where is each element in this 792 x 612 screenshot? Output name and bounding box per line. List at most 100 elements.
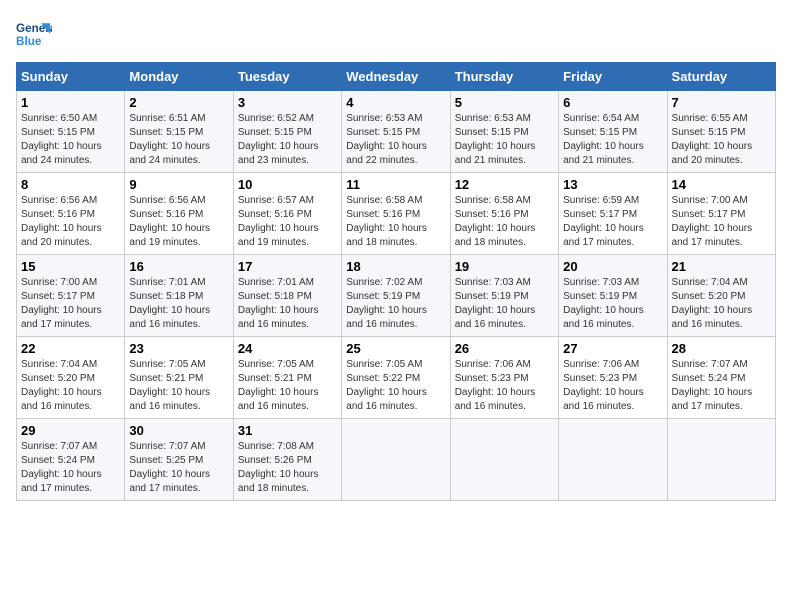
- day-number: 4: [346, 95, 445, 110]
- calendar-day-25: 25 Sunrise: 7:05 AM Sunset: 5:22 PM Dayl…: [342, 337, 450, 419]
- calendar-day-9: 9 Sunrise: 6:56 AM Sunset: 5:16 PM Dayli…: [125, 173, 233, 255]
- day-info: Sunrise: 7:03 AM Sunset: 5:19 PM Dayligh…: [563, 276, 662, 332]
- day-number: 1: [21, 95, 120, 110]
- calendar-day-7: 7 Sunrise: 6:55 AM Sunset: 5:15 PM Dayli…: [667, 91, 775, 173]
- day-number: 26: [455, 341, 554, 356]
- calendar-week-1: 1 Sunrise: 6:50 AM Sunset: 5:15 PM Dayli…: [17, 91, 776, 173]
- day-info: Sunrise: 6:53 AM Sunset: 5:15 PM Dayligh…: [455, 112, 554, 168]
- calendar-day-28: 28 Sunrise: 7:07 AM Sunset: 5:24 PM Dayl…: [667, 337, 775, 419]
- day-info: Sunrise: 6:53 AM Sunset: 5:15 PM Dayligh…: [346, 112, 445, 168]
- day-info: Sunrise: 7:05 AM Sunset: 5:21 PM Dayligh…: [238, 358, 337, 414]
- header: General Blue: [16, 16, 776, 52]
- day-info: Sunrise: 7:07 AM Sunset: 5:25 PM Dayligh…: [129, 440, 228, 496]
- calendar-day-3: 3 Sunrise: 6:52 AM Sunset: 5:15 PM Dayli…: [233, 91, 341, 173]
- logo: General Blue: [16, 16, 56, 52]
- logo-icon: General Blue: [16, 16, 52, 52]
- day-number: 10: [238, 177, 337, 192]
- weekday-header-thursday: Thursday: [450, 63, 558, 91]
- calendar-table: SundayMondayTuesdayWednesdayThursdayFrid…: [16, 62, 776, 501]
- day-number: 3: [238, 95, 337, 110]
- day-number: 2: [129, 95, 228, 110]
- day-number: 5: [455, 95, 554, 110]
- day-info: Sunrise: 7:00 AM Sunset: 5:17 PM Dayligh…: [672, 194, 771, 250]
- day-number: 18: [346, 259, 445, 274]
- day-info: Sunrise: 7:07 AM Sunset: 5:24 PM Dayligh…: [21, 440, 120, 496]
- day-info: Sunrise: 6:57 AM Sunset: 5:16 PM Dayligh…: [238, 194, 337, 250]
- day-info: Sunrise: 6:52 AM Sunset: 5:15 PM Dayligh…: [238, 112, 337, 168]
- calendar-day-19: 19 Sunrise: 7:03 AM Sunset: 5:19 PM Dayl…: [450, 255, 558, 337]
- calendar-day-4: 4 Sunrise: 6:53 AM Sunset: 5:15 PM Dayli…: [342, 91, 450, 173]
- day-info: Sunrise: 7:04 AM Sunset: 5:20 PM Dayligh…: [21, 358, 120, 414]
- calendar-day-29: 29 Sunrise: 7:07 AM Sunset: 5:24 PM Dayl…: [17, 419, 125, 501]
- day-info: Sunrise: 7:06 AM Sunset: 5:23 PM Dayligh…: [455, 358, 554, 414]
- calendar-day-12: 12 Sunrise: 6:58 AM Sunset: 5:16 PM Dayl…: [450, 173, 558, 255]
- day-number: 6: [563, 95, 662, 110]
- day-number: 12: [455, 177, 554, 192]
- day-number: 28: [672, 341, 771, 356]
- day-info: Sunrise: 6:58 AM Sunset: 5:16 PM Dayligh…: [455, 194, 554, 250]
- calendar-day-6: 6 Sunrise: 6:54 AM Sunset: 5:15 PM Dayli…: [559, 91, 667, 173]
- weekday-header-friday: Friday: [559, 63, 667, 91]
- calendar-day-13: 13 Sunrise: 6:59 AM Sunset: 5:17 PM Dayl…: [559, 173, 667, 255]
- day-info: Sunrise: 7:02 AM Sunset: 5:19 PM Dayligh…: [346, 276, 445, 332]
- day-number: 8: [21, 177, 120, 192]
- calendar-day-5: 5 Sunrise: 6:53 AM Sunset: 5:15 PM Dayli…: [450, 91, 558, 173]
- day-number: 11: [346, 177, 445, 192]
- calendar-week-4: 22 Sunrise: 7:04 AM Sunset: 5:20 PM Dayl…: [17, 337, 776, 419]
- calendar-day-18: 18 Sunrise: 7:02 AM Sunset: 5:19 PM Dayl…: [342, 255, 450, 337]
- weekday-header-sunday: Sunday: [17, 63, 125, 91]
- calendar-day-26: 26 Sunrise: 7:06 AM Sunset: 5:23 PM Dayl…: [450, 337, 558, 419]
- calendar-day-22: 22 Sunrise: 7:04 AM Sunset: 5:20 PM Dayl…: [17, 337, 125, 419]
- day-number: 24: [238, 341, 337, 356]
- day-info: Sunrise: 6:56 AM Sunset: 5:16 PM Dayligh…: [21, 194, 120, 250]
- calendar-day-23: 23 Sunrise: 7:05 AM Sunset: 5:21 PM Dayl…: [125, 337, 233, 419]
- day-number: 17: [238, 259, 337, 274]
- empty-cell: [342, 419, 450, 501]
- day-info: Sunrise: 6:59 AM Sunset: 5:17 PM Dayligh…: [563, 194, 662, 250]
- day-number: 19: [455, 259, 554, 274]
- calendar-day-2: 2 Sunrise: 6:51 AM Sunset: 5:15 PM Dayli…: [125, 91, 233, 173]
- day-number: 9: [129, 177, 228, 192]
- weekday-header-wednesday: Wednesday: [342, 63, 450, 91]
- svg-text:Blue: Blue: [16, 35, 42, 48]
- calendar-day-31: 31 Sunrise: 7:08 AM Sunset: 5:26 PM Dayl…: [233, 419, 341, 501]
- calendar-day-14: 14 Sunrise: 7:00 AM Sunset: 5:17 PM Dayl…: [667, 173, 775, 255]
- calendar-day-1: 1 Sunrise: 6:50 AM Sunset: 5:15 PM Dayli…: [17, 91, 125, 173]
- day-number: 27: [563, 341, 662, 356]
- calendar-day-8: 8 Sunrise: 6:56 AM Sunset: 5:16 PM Dayli…: [17, 173, 125, 255]
- day-info: Sunrise: 7:06 AM Sunset: 5:23 PM Dayligh…: [563, 358, 662, 414]
- calendar-week-2: 8 Sunrise: 6:56 AM Sunset: 5:16 PM Dayli…: [17, 173, 776, 255]
- calendar-week-3: 15 Sunrise: 7:00 AM Sunset: 5:17 PM Dayl…: [17, 255, 776, 337]
- day-info: Sunrise: 6:50 AM Sunset: 5:15 PM Dayligh…: [21, 112, 120, 168]
- day-info: Sunrise: 6:58 AM Sunset: 5:16 PM Dayligh…: [346, 194, 445, 250]
- day-number: 14: [672, 177, 771, 192]
- day-number: 25: [346, 341, 445, 356]
- day-info: Sunrise: 7:01 AM Sunset: 5:18 PM Dayligh…: [129, 276, 228, 332]
- empty-cell: [450, 419, 558, 501]
- weekday-header-tuesday: Tuesday: [233, 63, 341, 91]
- day-number: 20: [563, 259, 662, 274]
- weekday-header-saturday: Saturday: [667, 63, 775, 91]
- day-info: Sunrise: 7:04 AM Sunset: 5:20 PM Dayligh…: [672, 276, 771, 332]
- calendar-day-21: 21 Sunrise: 7:04 AM Sunset: 5:20 PM Dayl…: [667, 255, 775, 337]
- calendar-day-20: 20 Sunrise: 7:03 AM Sunset: 5:19 PM Dayl…: [559, 255, 667, 337]
- day-info: Sunrise: 6:55 AM Sunset: 5:15 PM Dayligh…: [672, 112, 771, 168]
- calendar-day-27: 27 Sunrise: 7:06 AM Sunset: 5:23 PM Dayl…: [559, 337, 667, 419]
- calendar-week-5: 29 Sunrise: 7:07 AM Sunset: 5:24 PM Dayl…: [17, 419, 776, 501]
- day-info: Sunrise: 7:05 AM Sunset: 5:22 PM Dayligh…: [346, 358, 445, 414]
- day-info: Sunrise: 7:03 AM Sunset: 5:19 PM Dayligh…: [455, 276, 554, 332]
- calendar-day-11: 11 Sunrise: 6:58 AM Sunset: 5:16 PM Dayl…: [342, 173, 450, 255]
- day-info: Sunrise: 7:01 AM Sunset: 5:18 PM Dayligh…: [238, 276, 337, 332]
- day-number: 7: [672, 95, 771, 110]
- weekday-header-monday: Monday: [125, 63, 233, 91]
- day-number: 13: [563, 177, 662, 192]
- empty-cell: [559, 419, 667, 501]
- calendar-day-17: 17 Sunrise: 7:01 AM Sunset: 5:18 PM Dayl…: [233, 255, 341, 337]
- calendar-day-16: 16 Sunrise: 7:01 AM Sunset: 5:18 PM Dayl…: [125, 255, 233, 337]
- calendar-day-30: 30 Sunrise: 7:07 AM Sunset: 5:25 PM Dayl…: [125, 419, 233, 501]
- day-number: 21: [672, 259, 771, 274]
- day-info: Sunrise: 6:54 AM Sunset: 5:15 PM Dayligh…: [563, 112, 662, 168]
- day-number: 23: [129, 341, 228, 356]
- day-info: Sunrise: 6:56 AM Sunset: 5:16 PM Dayligh…: [129, 194, 228, 250]
- day-info: Sunrise: 6:51 AM Sunset: 5:15 PM Dayligh…: [129, 112, 228, 168]
